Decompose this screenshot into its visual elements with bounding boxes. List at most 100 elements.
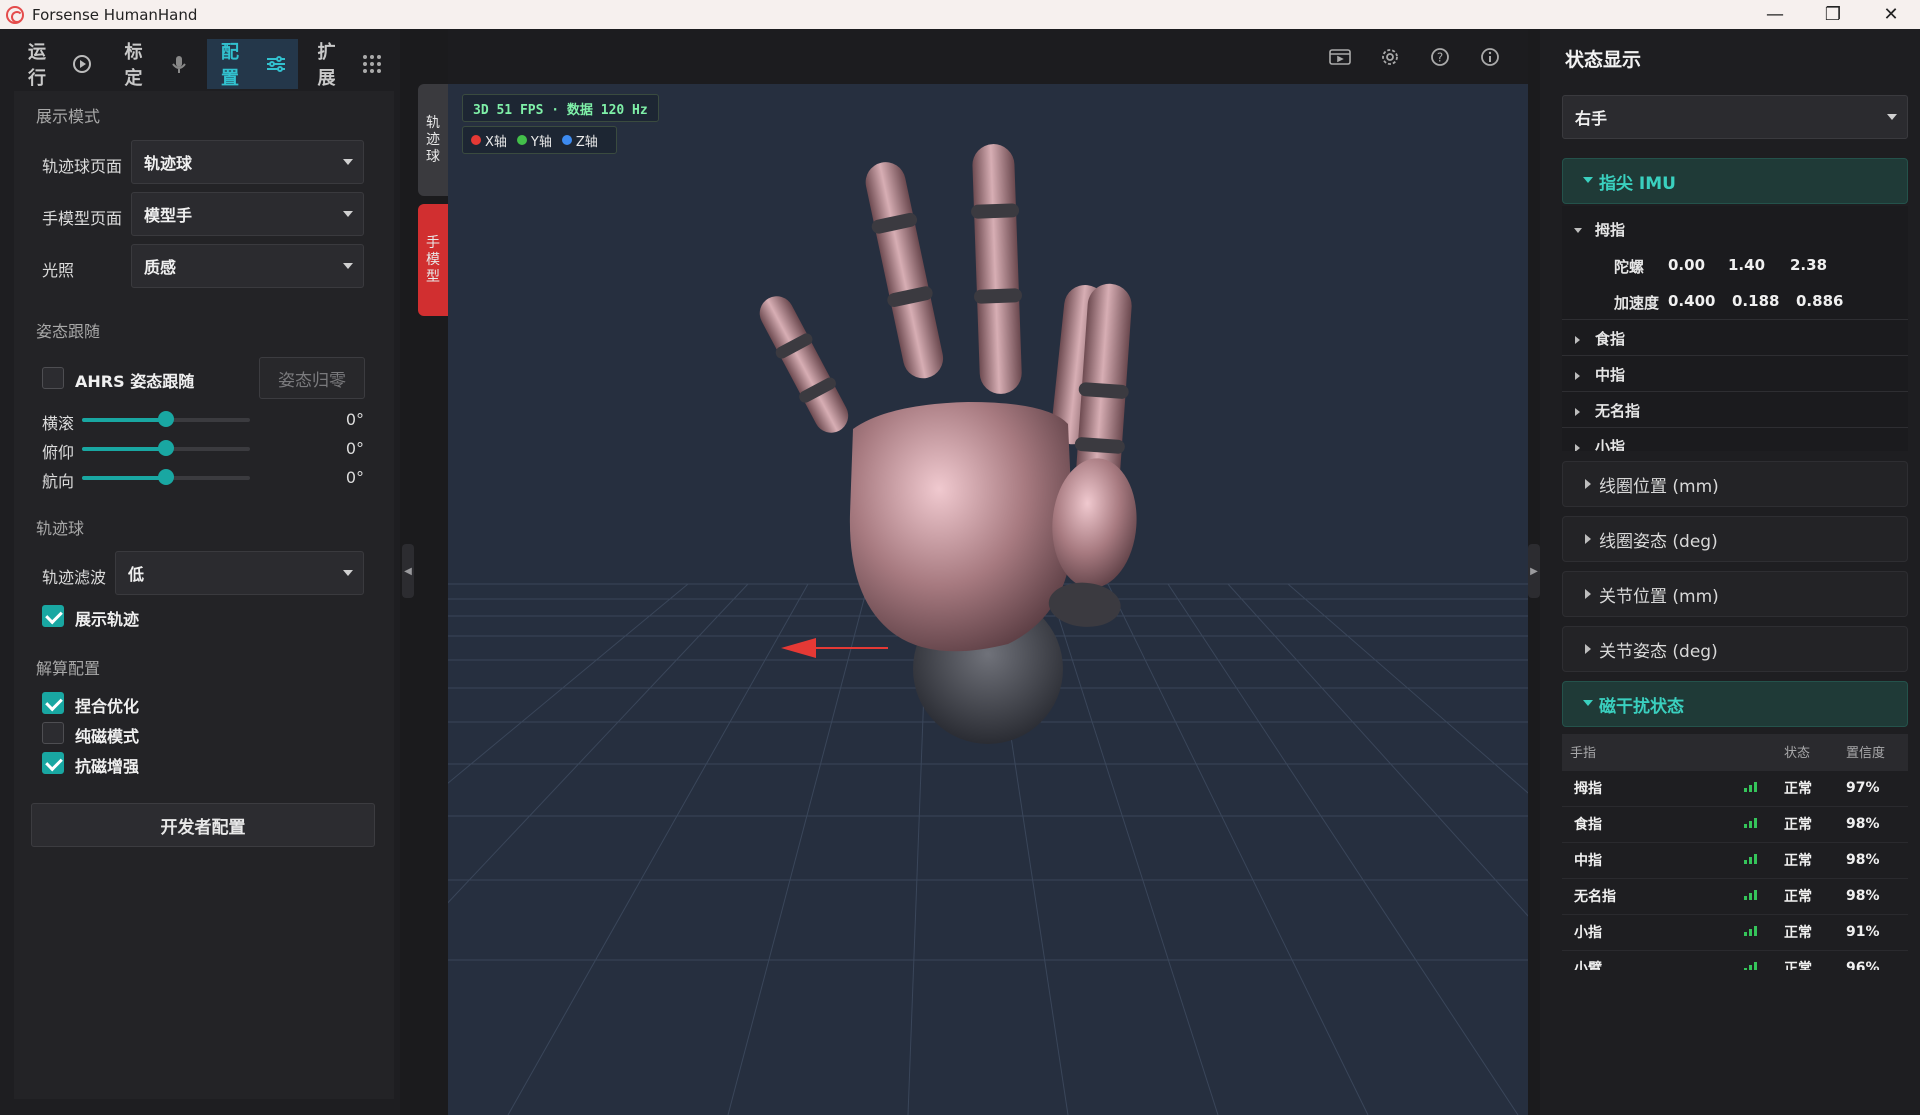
status-panel-title: 状态显示: [1565, 49, 1642, 71]
pinky-node[interactable]: 小指: [1595, 436, 1625, 451]
pose-reset-button[interactable]: 姿态归零: [259, 357, 365, 399]
slider-fill: [82, 476, 166, 480]
caret-down-icon: [343, 263, 353, 269]
main-tabs: 运行 标定 配置 扩展: [14, 39, 400, 89]
status-cell: 正常: [1784, 913, 1846, 950]
pitch-slider[interactable]: [82, 440, 250, 456]
expand-right-icon[interactable]: [1575, 408, 1580, 416]
slider-thumb[interactable]: [158, 469, 174, 485]
help-icon[interactable]: ?: [1428, 45, 1452, 69]
legend-x-axis: X轴: [471, 131, 507, 150]
expand-right-icon[interactable]: [1575, 444, 1580, 451]
tab-label: 运行: [28, 42, 46, 89]
joint-attitude-header[interactable]: 关节姿态 (deg): [1562, 626, 1908, 672]
hand-model: [759, 144, 1137, 652]
joint-position-header[interactable]: 关节位置 (mm): [1562, 571, 1908, 617]
expand-right-icon[interactable]: [1575, 372, 1580, 380]
restore-button[interactable]: ❐: [1804, 0, 1862, 29]
signal-bars-icon: [1744, 949, 1784, 970]
select-value: 模型手: [144, 206, 193, 225]
fingertip-imu-header[interactable]: 指尖 IMU: [1562, 158, 1908, 204]
side-tab-char: 模: [426, 251, 440, 268]
expand-down-icon[interactable]: [1574, 228, 1582, 233]
magnetic-table-wrap: 手指 状态 置信度 拇指 正常 97% 食指 正常 98% 中指 正常 98% …: [1562, 734, 1908, 970]
roll-value: 0°: [345, 410, 364, 429]
left-collapse-handle[interactable]: ◀: [402, 544, 414, 598]
tab-config[interactable]: 配置: [207, 39, 298, 89]
accel-z: 0.886: [1796, 292, 1844, 310]
close-button[interactable]: ✕: [1862, 0, 1920, 29]
tab-calibrate[interactable]: 标定: [111, 39, 202, 89]
hand-side-select[interactable]: 右手: [1562, 95, 1908, 139]
table-row: 小指 正常 91%: [1562, 913, 1908, 950]
coil-attitude-header[interactable]: 线圈姿态 (deg): [1562, 516, 1908, 562]
pitch-label: 俯仰: [42, 443, 75, 462]
accel-x: 0.400: [1668, 292, 1716, 310]
lighting-label: 光照: [42, 261, 75, 280]
roll-slider[interactable]: [82, 411, 250, 427]
right-collapse-handle[interactable]: ▶: [1528, 544, 1540, 598]
select-value: 右手: [1575, 109, 1608, 128]
legend-label: X轴: [485, 134, 507, 150]
tab-run[interactable]: 运行: [14, 39, 105, 89]
show-track-checkbox[interactable]: [42, 605, 64, 627]
side-tab-char: 轨: [426, 114, 440, 131]
yaw-slider[interactable]: [82, 469, 250, 485]
3d-viewport[interactable]: 3D 51 FPS · 数据 120 Hz X轴 Y轴 Z轴: [448, 84, 1528, 1115]
gyro-y: 1.40: [1728, 256, 1766, 274]
chevron-right-icon: ▶: [1530, 565, 1538, 577]
axis-legend: X轴 Y轴 Z轴: [462, 126, 617, 154]
pinch-optimize-label: 捏合优化: [75, 697, 140, 716]
confidence-cell: 97%: [1846, 769, 1908, 806]
legend-label: Z轴: [575, 134, 598, 150]
magnetic-status-header[interactable]: 磁干扰状态: [1562, 681, 1908, 727]
section-solver: 解算配置: [36, 659, 101, 678]
accordion-title: 线圈姿态 (deg): [1599, 531, 1718, 552]
trackball-page-select[interactable]: 轨迹球: [131, 140, 364, 184]
chevron-down-icon: [1583, 177, 1593, 183]
status-cell: 正常: [1784, 877, 1846, 914]
chevron-right-icon: [1585, 644, 1591, 654]
thumb-node[interactable]: 拇指: [1595, 219, 1625, 240]
sliders-icon: [264, 52, 287, 76]
developer-config-button[interactable]: 开发者配置: [31, 803, 375, 847]
pitch-value: 0°: [345, 439, 364, 458]
slider-thumb[interactable]: [158, 411, 174, 427]
yaw-value: 0°: [345, 468, 364, 487]
expand-right-icon[interactable]: [1575, 336, 1580, 344]
anti-magnetic-checkbox[interactable]: [42, 752, 64, 774]
settings-icon[interactable]: [1378, 45, 1402, 69]
mic-icon: [168, 52, 191, 76]
pure-magnetic-checkbox[interactable]: [42, 722, 64, 744]
track-filter-label: 轨迹滤波: [42, 568, 107, 587]
middle-node[interactable]: 中指: [1595, 364, 1625, 385]
lighting-select[interactable]: 质感: [131, 244, 364, 288]
info-icon[interactable]: [1478, 45, 1502, 69]
track-filter-select[interactable]: 低: [115, 551, 364, 595]
screen-record-icon[interactable]: [1328, 45, 1352, 69]
col-status: 状态: [1784, 734, 1846, 770]
index-node[interactable]: 食指: [1595, 328, 1625, 349]
side-tab-trackball[interactable]: 轨 迹 球: [418, 84, 448, 196]
side-tab-hand-model[interactable]: 手 模 型: [418, 204, 448, 316]
fingertip-imu-body: 拇指 陀螺 0.00 1.40 2.38 加速度 0.400 0.188 0.8…: [1562, 206, 1908, 451]
slider-thumb[interactable]: [158, 440, 174, 456]
hand-model-page-select[interactable]: 模型手: [131, 192, 364, 236]
tab-extend[interactable]: 扩展: [304, 39, 395, 89]
ring-node[interactable]: 无名指: [1595, 400, 1640, 421]
minimize-button[interactable]: —: [1746, 0, 1804, 29]
select-value: 质感: [144, 258, 177, 277]
ahrs-checkbox[interactable]: [42, 367, 64, 389]
table-row: 小臂 正常 96%: [1562, 949, 1908, 970]
viewport-toolbar: ?: [448, 29, 1528, 84]
caret-down-icon: [343, 159, 353, 165]
chevron-right-icon: [1585, 534, 1591, 544]
ahrs-label: AHRS 姿态跟随: [75, 372, 195, 391]
play-circle-icon: [71, 52, 94, 76]
side-tab-char: 手: [426, 234, 440, 251]
coil-position-header[interactable]: 线圈位置 (mm): [1562, 461, 1908, 507]
section-display-mode: 展示模式: [36, 107, 101, 126]
status-cell: 正常: [1784, 805, 1846, 842]
pinch-optimize-checkbox[interactable]: [42, 692, 64, 714]
gyro-label: 陀螺: [1614, 258, 1645, 276]
